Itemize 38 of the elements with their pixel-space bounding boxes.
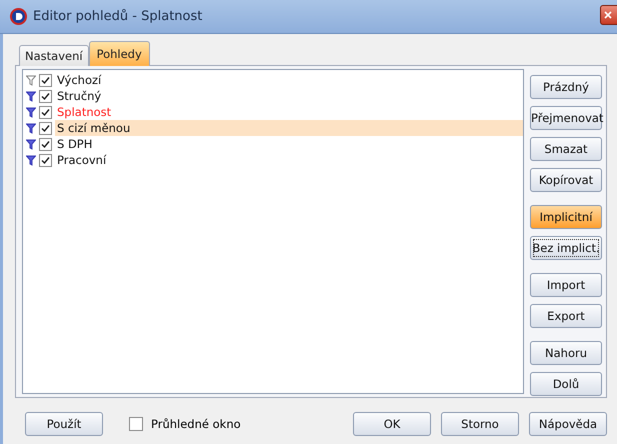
checkbox[interactable] bbox=[39, 154, 52, 166]
checkbox[interactable] bbox=[39, 90, 52, 102]
checkbox[interactable] bbox=[129, 417, 143, 431]
filter-icon bbox=[26, 122, 36, 134]
side-button[interactable]: Prázdný bbox=[530, 75, 602, 99]
side-button[interactable]: Dolů bbox=[530, 372, 602, 396]
list-item[interactable]: S cizí měnou bbox=[55, 120, 523, 136]
dialog-button[interactable]: OK bbox=[353, 412, 431, 436]
filter-icon bbox=[26, 154, 36, 166]
side-button[interactable]: Import bbox=[530, 273, 602, 297]
window-title: Editor pohledů - Splatnost bbox=[33, 9, 202, 24]
dialog-button[interactable]: Nápověda bbox=[529, 412, 607, 436]
side-button[interactable]: Bez implict. bbox=[530, 236, 602, 260]
side-button[interactable]: Smazat bbox=[530, 137, 602, 161]
checkbox[interactable] bbox=[39, 74, 52, 86]
checkbox[interactable] bbox=[39, 138, 52, 150]
checkbox[interactable] bbox=[39, 106, 52, 118]
list-item[interactable]: Splatnost bbox=[55, 104, 523, 120]
checkbox-label: Průhledné okno bbox=[151, 417, 241, 431]
dialog-button[interactable]: Storno bbox=[441, 412, 519, 436]
filter-icon bbox=[26, 90, 36, 102]
app-logo-icon bbox=[10, 8, 27, 25]
side-button[interactable]: Nahoru bbox=[530, 341, 602, 365]
tab[interactable]: Pohledy bbox=[88, 41, 150, 66]
filter-icon bbox=[26, 106, 36, 118]
filter-icon bbox=[26, 138, 36, 150]
apply-button[interactable]: Použít bbox=[25, 412, 103, 436]
list-item[interactable]: Stručný bbox=[55, 88, 523, 104]
list-item[interactable]: Výchozí bbox=[55, 72, 523, 88]
side-button[interactable]: Implicitní bbox=[530, 205, 602, 229]
list-item[interactable]: Pracovní bbox=[55, 152, 523, 168]
side-button[interactable]: Kopírovat bbox=[530, 168, 602, 192]
list-item[interactable]: S DPH bbox=[55, 136, 523, 152]
filter-icon bbox=[26, 74, 36, 86]
side-button[interactable]: Přejmenovat bbox=[530, 106, 602, 130]
tab[interactable]: Nastavení bbox=[19, 45, 89, 66]
checkbox[interactable] bbox=[39, 122, 52, 134]
side-button[interactable]: Export bbox=[530, 304, 602, 328]
